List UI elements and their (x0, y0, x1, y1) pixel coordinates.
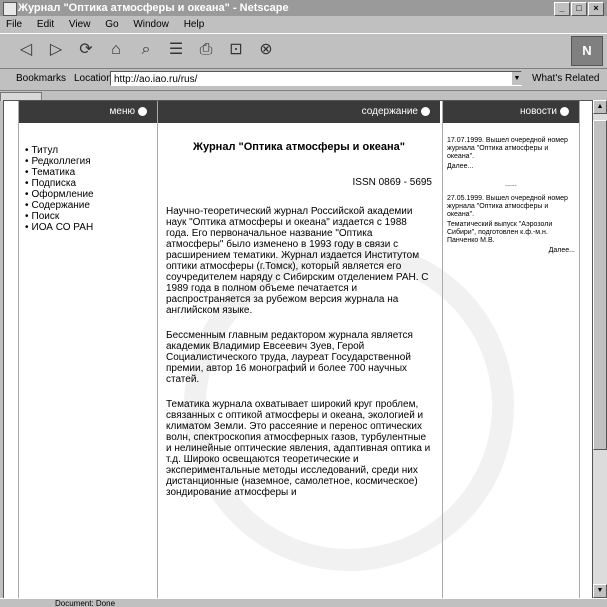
menu-go[interactable]: Go (105, 19, 118, 30)
whats-related-button[interactable]: What's Related (532, 68, 600, 90)
journal-title: Журнал "Оптика атмосферы и океана" (193, 141, 405, 153)
status-text: Document: Done (55, 599, 116, 607)
main-header: содержание (158, 101, 440, 123)
guide-icon[interactable]: ☰ (164, 38, 188, 62)
url-input[interactable]: http://ao.iao.ru/rus/ (110, 71, 522, 86)
menu-window[interactable]: Window (133, 19, 169, 30)
menu-link-topics[interactable]: Тематика (25, 167, 157, 178)
topics-paragraph: Тематика журнала охватывает широкий круг… (166, 399, 431, 498)
location-bar: Bookmarks Location: http://ao.iao.ru/rus… (0, 68, 607, 91)
netscape-logo-icon: N (571, 36, 603, 66)
vertical-scrollbar[interactable]: ▲ ▼ (593, 100, 607, 598)
status-bar: Document: Done (0, 598, 607, 607)
main-column: содержание Журнал "Оптика атмосферы и ок… (158, 101, 440, 599)
scroll-thumb[interactable] (593, 120, 607, 450)
menu-column: меню Титул Редколлегия Тематика Подписка… (18, 101, 158, 599)
title-bar: Журнал "Оптика атмосферы и океана" - Net… (0, 0, 607, 16)
maximize-button[interactable]: □ (571, 2, 587, 16)
issn-number: ISSN 0869 - 5695 (352, 177, 433, 188)
news-more-link[interactable]: Далее... (447, 163, 575, 171)
menu-link-institute[interactable]: ИОА СО РАН (25, 222, 157, 233)
menu-bar: File Edit View Go Window Help (0, 17, 607, 32)
navigation-toolbar: ◁ ▷ ⟳ ⌂ ⌕ ☰ ⎙ ⊡ ⊗ N (0, 33, 607, 69)
close-button[interactable]: × (588, 2, 604, 16)
editor-paragraph: Бессменным главным редактором журнала яв… (166, 330, 413, 385)
window-title: Журнал "Оптика атмосферы и океана" - Net… (18, 2, 289, 14)
stop-icon[interactable]: ⊗ (254, 38, 278, 62)
menu-list: Титул Редколлегия Тематика Подписка Офор… (25, 145, 157, 233)
menu-help[interactable]: Help (184, 19, 205, 30)
menu-view[interactable]: View (69, 19, 91, 30)
home-icon[interactable]: ⌂ (104, 38, 128, 62)
search-icon[interactable]: ⌕ (134, 38, 158, 62)
netscape-app-icon (3, 2, 17, 16)
forward-arrow-icon[interactable]: ▷ (44, 38, 68, 62)
back-arrow-icon[interactable]: ◁ (14, 38, 38, 62)
browser-window: Журнал "Оптика атмосферы и океана" - Net… (0, 0, 607, 607)
news-separator: ...... (505, 181, 517, 188)
news-item: 27.05.1999. Вышел очередной номер журнал… (447, 195, 568, 218)
news-item-detail: Тематический выпуск "Аэрозоли Сибири", п… (447, 221, 553, 244)
news-column: новости 17.07.1999. Вышел очередной номе… (442, 101, 580, 599)
menu-link-formatting[interactable]: Оформление (25, 189, 157, 200)
menu-file[interactable]: File (6, 19, 22, 30)
news-item: 17.07.1999. Вышел очередной номер журнал… (447, 137, 568, 160)
menu-link-title[interactable]: Титул (25, 145, 157, 156)
intro-paragraph: Научно-теоретический журнал Российской а… (166, 206, 429, 316)
url-dropdown-icon[interactable]: ▼ (512, 72, 522, 85)
menu-edit[interactable]: Edit (37, 19, 54, 30)
circle-icon (560, 106, 569, 116)
menu-link-search[interactable]: Поиск (25, 211, 157, 222)
menu-link-editorial[interactable]: Редколлегия (25, 156, 157, 167)
reload-icon[interactable]: ⟳ (74, 38, 98, 62)
circle-icon (421, 106, 430, 116)
menu-link-contents[interactable]: Содержание (25, 200, 157, 211)
news-more-link[interactable]: Далее... (447, 247, 575, 255)
page-viewport: меню Титул Редколлегия Тематика Подписка… (3, 100, 593, 600)
menu-link-subscription[interactable]: Подписка (25, 178, 157, 189)
news-list: 17.07.1999. Вышел очередной номер журнал… (443, 123, 579, 255)
scroll-down-icon[interactable]: ▼ (593, 584, 607, 598)
menu-header: меню (19, 101, 157, 123)
location-label: Location: (74, 73, 115, 84)
lock-icon[interactable]: ⊡ (224, 38, 248, 62)
window-controls: _ □ × (554, 2, 604, 16)
print-icon[interactable]: ⎙ (194, 38, 218, 62)
minimize-button[interactable]: _ (554, 2, 570, 16)
scroll-up-icon[interactable]: ▲ (593, 100, 607, 114)
bookmarks-button[interactable]: Bookmarks (16, 68, 66, 90)
circle-icon (138, 106, 147, 116)
news-header: новости (443, 101, 579, 123)
